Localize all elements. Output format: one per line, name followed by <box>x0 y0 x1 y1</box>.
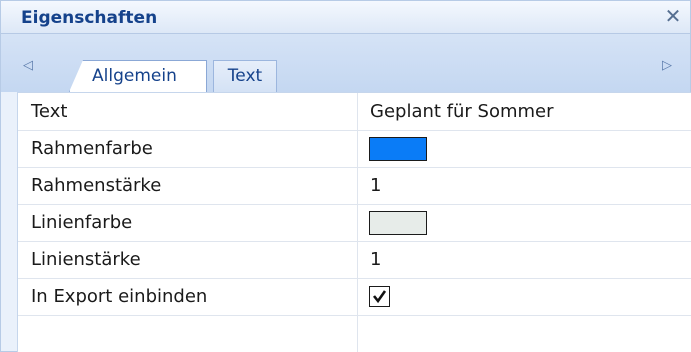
property-row-empty <box>18 315 691 352</box>
property-row-linienstaerke[interactable]: Linienstärke 1 <box>18 241 691 279</box>
properties-panel: Eigenschaften ✕ ◁ Allgemein Text ▷ Text … <box>0 0 691 352</box>
property-value-rahmenfarbe[interactable] <box>358 130 691 167</box>
tab-label: Text <box>227 66 263 86</box>
property-value-text[interactable]: Geplant für Sommer <box>358 93 691 130</box>
property-value-empty <box>358 315 691 352</box>
property-value-linienstaerke[interactable]: 1 <box>358 241 691 278</box>
property-name: Linienfarbe <box>18 204 358 241</box>
property-name-empty <box>18 315 358 352</box>
close-icon[interactable]: ✕ <box>662 5 684 27</box>
export-checkbox[interactable] <box>369 286 390 307</box>
tab-strip: ◁ Allgemein Text ▷ <box>1 33 690 92</box>
checkmark-icon <box>372 290 387 304</box>
property-value-rahmenstaerke[interactable]: 1 <box>358 167 691 204</box>
tab-text[interactable]: Text <box>213 60 277 92</box>
color-swatch[interactable] <box>369 137 427 161</box>
properties-panel-root: Eigenschaften ✕ ◁ Allgemein Text ▷ Text … <box>0 0 691 352</box>
panel-titlebar: Eigenschaften ✕ <box>1 1 690 33</box>
property-grid: Text Geplant für Sommer Rahmenfarbe Rahm… <box>17 92 691 352</box>
property-row-text[interactable]: Text Geplant für Sommer <box>18 93 691 131</box>
panel-title: Eigenschaften <box>21 8 158 28</box>
tab-scroll-left-icon[interactable]: ◁ <box>19 56 37 76</box>
color-swatch[interactable] <box>369 211 427 235</box>
property-row-rahmenstaerke[interactable]: Rahmenstärke 1 <box>18 167 691 205</box>
property-name: In Export einbinden <box>18 278 358 315</box>
tab-scroll-right-icon[interactable]: ▷ <box>658 56 676 76</box>
property-row-linienfarbe[interactable]: Linienfarbe <box>18 204 691 242</box>
tab-allgemein[interactable]: Allgemein <box>69 60 207 92</box>
property-value-linienfarbe[interactable] <box>358 204 691 241</box>
property-row-in-export-einbinden[interactable]: In Export einbinden <box>18 278 691 316</box>
property-row-rahmenfarbe[interactable]: Rahmenfarbe <box>18 130 691 168</box>
tab-label: Allgemein <box>92 66 177 86</box>
property-name: Rahmenfarbe <box>18 130 358 167</box>
property-value-in-export-einbinden[interactable] <box>358 278 691 315</box>
property-name: Rahmenstärke <box>18 167 358 204</box>
property-name: Linienstärke <box>18 241 358 278</box>
property-name: Text <box>18 93 358 130</box>
